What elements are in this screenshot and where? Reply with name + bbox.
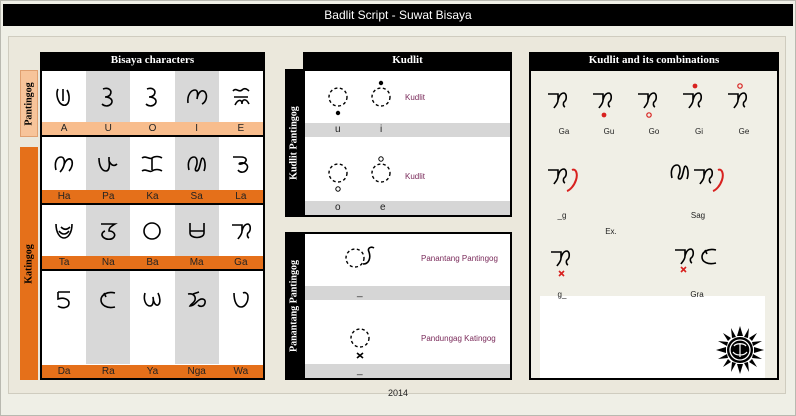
combination-label: Ge xyxy=(738,127,750,136)
glyph-ka xyxy=(130,137,174,190)
consonant-label: Ha xyxy=(57,191,71,202)
example-label: Ex. xyxy=(605,227,617,236)
katingog-label: Katingog xyxy=(23,243,35,284)
pandungag-katingog-label: Pandungag Katingog xyxy=(421,334,496,343)
consonant-label: Ma xyxy=(189,257,204,268)
g-suffix-label: _g xyxy=(557,211,567,220)
kudlit-value: o xyxy=(335,202,341,213)
glyph-na xyxy=(86,205,131,256)
page-title: Badlit Script - Suwat Bisaya xyxy=(3,4,793,26)
glyph-ga xyxy=(219,205,263,256)
glyph-e xyxy=(219,71,263,122)
g-suffix-glyph xyxy=(548,168,578,192)
gra-glyph xyxy=(675,248,717,273)
combination-label: Go xyxy=(648,127,660,136)
glyph-o xyxy=(130,71,174,122)
kudlit-label: Kudlit xyxy=(405,172,426,181)
glyph-ya xyxy=(130,271,174,364)
combination-label: Gi xyxy=(695,127,703,136)
consonant-label: Sa xyxy=(190,191,203,202)
vowel-label: E xyxy=(237,123,245,134)
glyph-ha xyxy=(42,137,86,190)
bisaya-characters-header: Bisaya characters xyxy=(40,52,265,69)
panantang-pantingog-side-label: Panantang Pantingog xyxy=(288,260,300,352)
g-prefix-label: g_ xyxy=(557,290,567,299)
consonant-label: Ka xyxy=(146,191,159,202)
kudlit-value-row-2: o e xyxy=(305,201,510,215)
footer-year: 2014 xyxy=(387,388,409,398)
consonant-label-strip-1: Ha Pa Ka Sa La xyxy=(42,190,263,203)
ga-variants-glyphs xyxy=(548,83,748,118)
glyph-ra xyxy=(86,271,131,364)
panantang-panel: Panantang Pantingog _ Pandungag Katingog… xyxy=(303,232,512,380)
consonant-label: Na xyxy=(101,257,115,268)
g-prefix-glyph xyxy=(551,250,571,277)
consonant-label: Nga xyxy=(187,366,206,377)
kudlit-panel: Kudlit u i Kudlit o e xyxy=(303,69,512,217)
consonant-label-strip-2: Ta Na Ba Ma Ga xyxy=(42,256,263,269)
consonant-glyph-row-1 xyxy=(42,137,263,190)
kudlit-label: Kudlit xyxy=(405,93,426,102)
kudlit-value: u xyxy=(335,124,341,135)
glyph-la xyxy=(219,137,263,190)
vowel-label: U xyxy=(104,123,112,134)
panantang-glyph xyxy=(345,246,375,268)
kudlit-value-row-1: u i xyxy=(305,123,510,137)
consonant-label: Ta xyxy=(58,257,70,268)
consonant-glyph-row-3 xyxy=(42,271,263,364)
kudlit-header: Kudlit xyxy=(303,52,512,69)
consonant-label: Pa xyxy=(102,191,115,202)
glyph-ma xyxy=(174,205,219,256)
pantingog-side-label: Pantingog xyxy=(20,70,38,137)
glyph-ta xyxy=(42,205,86,256)
pandungag-value: _ xyxy=(357,365,363,376)
kudlit-value: e xyxy=(380,202,386,213)
pantingog-label: Pantingog xyxy=(23,81,35,126)
kudlit-u-i-glyphs xyxy=(328,80,391,116)
sag-glyph xyxy=(670,164,724,192)
kudlit-side-label: Kudlit Pantingog xyxy=(285,69,303,217)
kudlit-pantingog-label: Kudlit Pantingog xyxy=(288,106,300,180)
combinations-header: Kudlit and its combinations xyxy=(529,52,779,69)
consonant-glyph-row-2 xyxy=(42,205,263,256)
sun-emblem-logo xyxy=(716,326,764,374)
katingog-side-label: Katingog xyxy=(20,147,38,380)
vowel-label: O xyxy=(148,123,157,134)
consonant-label: Ba xyxy=(146,257,159,268)
glyph-nga xyxy=(174,271,219,364)
consonant-label: Ya xyxy=(146,366,159,377)
gra-label: Gra xyxy=(690,290,704,299)
consonant-label: La xyxy=(235,191,247,202)
glyph-u xyxy=(86,71,131,122)
kudlit-value: i xyxy=(380,124,383,135)
consonant-label: Da xyxy=(57,366,71,377)
glyph-sa xyxy=(174,137,219,190)
vowel-glyph-row xyxy=(42,71,263,122)
glyph-a xyxy=(42,71,86,122)
consonant-label: Ra xyxy=(101,366,115,377)
glyph-da xyxy=(42,271,86,364)
vowel-label-strip: A U O I E xyxy=(42,122,263,135)
panantang-side-label: Panantang Pantingog xyxy=(285,232,303,380)
kudlit-o-e-glyphs xyxy=(328,156,391,192)
combination-label: Gu xyxy=(603,127,615,136)
combination-label: Ga xyxy=(558,127,570,136)
glyph-pa xyxy=(86,137,131,190)
pandungag-glyph xyxy=(350,328,370,359)
glyph-wa xyxy=(219,271,263,364)
sag-label: Sag xyxy=(690,211,706,220)
pandungag-value-row: _ xyxy=(305,364,510,378)
consonant-label-strip-3: Da Ra Ya Nga Wa xyxy=(42,365,263,378)
glyph-ba xyxy=(130,205,174,256)
panantang-value-row: _ xyxy=(305,286,510,300)
vowel-label: I xyxy=(195,123,199,134)
glyph-i xyxy=(174,71,219,122)
panantang-value: _ xyxy=(357,287,363,298)
panantang-pantingog-label: Panantang Pantingog xyxy=(421,254,498,263)
consonant-label: Wa xyxy=(233,366,249,377)
consonant-label: Ga xyxy=(234,257,248,268)
bisaya-characters-table: A U O I E Ha Pa Ka Sa La Ta Na Ba Ma Ga xyxy=(40,69,265,380)
vowel-label: A xyxy=(60,123,68,134)
